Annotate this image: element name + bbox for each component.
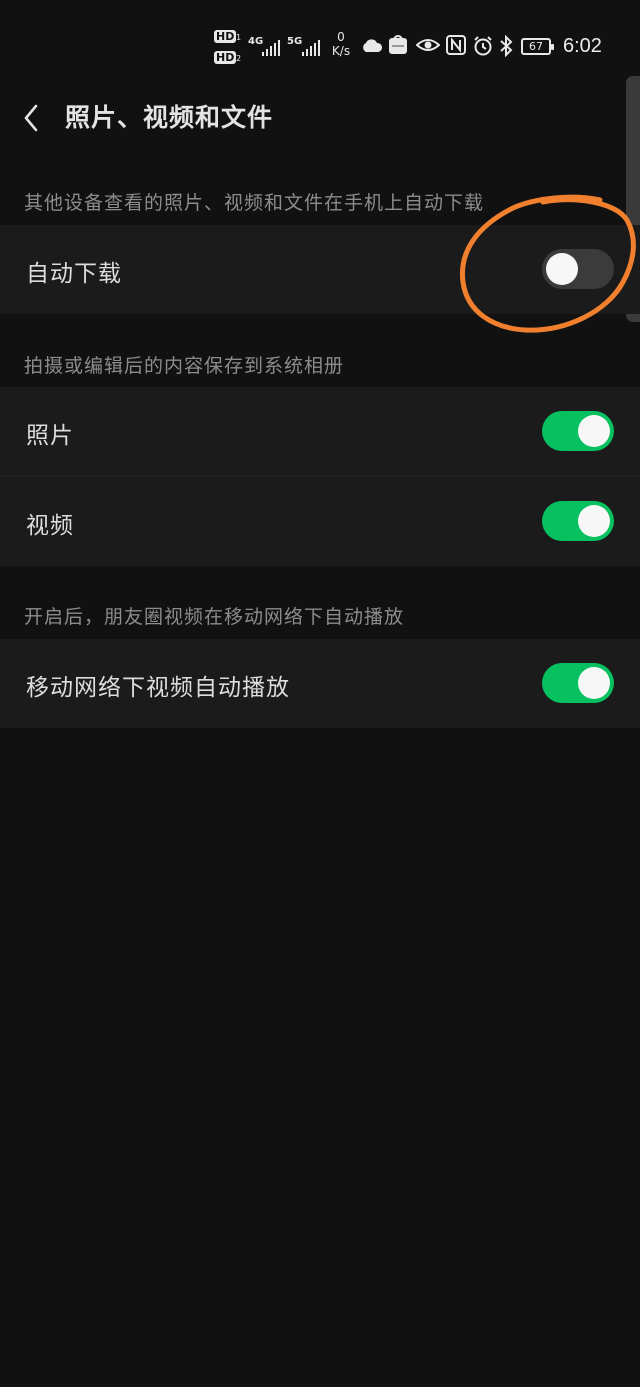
section-caption-save-to-album: 拍摄或编辑后的内容保存到系统相册	[24, 355, 345, 377]
section-caption-auto-download: 其他设备查看的照片、视频和文件在手机上自动下载	[24, 192, 485, 214]
page-title: 照片、视频和文件	[65, 103, 274, 132]
battery-indicator: 67	[521, 38, 554, 55]
hd-badge-1: HD	[214, 30, 237, 43]
toggle-switch[interactable]	[542, 501, 614, 541]
setting-row-videos[interactable]: 视频	[0, 477, 640, 566]
toggle-knob	[546, 253, 578, 285]
back-button[interactable]	[18, 96, 48, 136]
alarm-icon	[474, 36, 492, 56]
toggle-knob	[578, 415, 610, 447]
status-bar: HD 1 HD 2 4G 5G 0 K/s 67 6:02	[0, 0, 640, 90]
setting-row-mobile-autoplay[interactable]: 移动网络下视频自动播放	[0, 639, 640, 728]
toggle-switch[interactable]	[542, 411, 614, 451]
setting-label: 移动网络下视频自动播放	[26, 675, 290, 701]
network-label-2: 5G	[287, 36, 303, 47]
signal-strength-icon-2	[302, 38, 320, 56]
eye-icon	[416, 39, 440, 51]
network-speed-unit: K/s	[331, 44, 351, 58]
settings-group-autoplay: 移动网络下视频自动播放	[0, 639, 640, 728]
setting-row-auto-download[interactable]: 自动下载	[0, 225, 640, 314]
hd-badge-2: HD	[214, 51, 237, 64]
settings-page: HD 1 HD 2 4G 5G 0 K/s 67 6:02 照片、视频和文件 其…	[0, 0, 640, 1387]
hd-badge-2-sub: 2	[236, 54, 242, 63]
setting-label: 自动下载	[26, 261, 122, 287]
signal-strength-icon-1	[262, 38, 280, 56]
toggle-switch[interactable]	[542, 249, 614, 289]
status-time: 6:02	[563, 35, 602, 57]
toggle-knob	[578, 505, 610, 537]
network-speed: 0 K/s	[328, 30, 354, 58]
chevron-left-icon	[24, 104, 38, 132]
toggle-knob	[578, 667, 610, 699]
section-caption-autoplay: 开启后，朋友圈视频在移动网络下自动播放	[24, 606, 405, 628]
setting-label: 视频	[26, 513, 74, 539]
setting-label: 照片	[26, 423, 74, 449]
network-label-1: 4G	[248, 36, 264, 47]
settings-group-auto-download: 自动下载	[0, 225, 640, 314]
settings-group-save-to-album: 照片 视频	[0, 387, 640, 566]
hd-badge-1-sub: 1	[236, 33, 242, 42]
cloud-icon	[363, 39, 383, 52]
bluetooth-icon	[500, 35, 513, 57]
nfc-icon	[446, 35, 466, 55]
huawei-app-icon	[389, 35, 407, 54]
toggle-switch[interactable]	[542, 663, 614, 703]
nav-header: 照片、视频和文件	[0, 88, 640, 144]
setting-row-photos[interactable]: 照片	[0, 387, 640, 477]
network-speed-value: 0	[337, 30, 345, 44]
